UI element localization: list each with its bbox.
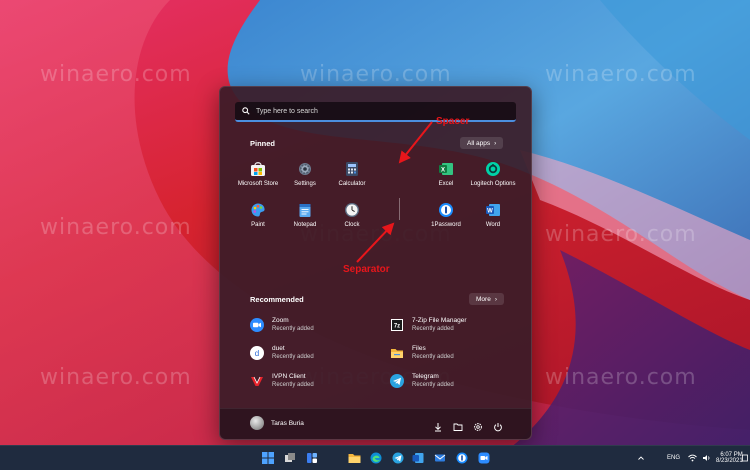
more-label: More (476, 295, 491, 303)
pinned-app-microsoft-store[interactable]: Microsoft Store (234, 161, 282, 188)
app-label: Clock (344, 222, 360, 228)
word-taskbar-icon[interactable] (410, 450, 426, 466)
recommended-item-zoom[interactable]: Zoom Recently added (250, 317, 314, 333)
language-indicator[interactable]: ENG (667, 446, 680, 470)
notepad-icon (297, 202, 313, 218)
svg-text:d: d (255, 349, 259, 358)
search-icon (242, 107, 250, 115)
app-label: Notepad (293, 222, 317, 228)
app-label: Microsoft Store (237, 181, 279, 187)
app-label: Word (485, 222, 501, 228)
search-box[interactable]: Type here to search (235, 102, 516, 122)
pinned-app-clock[interactable]: Clock (328, 202, 376, 229)
recommended-name: 7-Zip File Manager (412, 317, 467, 324)
logitech-options-icon (485, 161, 501, 177)
zoom-taskbar-icon[interactable] (476, 450, 492, 466)
recommended-name: Files (412, 345, 426, 352)
recommended-item-ivpn[interactable]: IVPN Client Recently added (250, 373, 314, 389)
recommended-subtitle: Recently added (412, 382, 454, 388)
more-button[interactable]: More › (469, 293, 504, 305)
svg-text:7z: 7z (394, 324, 400, 330)
settings-gear-icon (297, 161, 313, 177)
microsoft-store-icon (250, 161, 266, 177)
pinned-app-settings[interactable]: Settings (281, 161, 329, 188)
separator-annotation: Separator (343, 264, 390, 275)
avatar (250, 416, 264, 430)
chevron-right-icon: › (494, 295, 497, 303)
pinned-app-notepad[interactable]: Notepad (281, 202, 329, 229)
telegram-icon (390, 374, 404, 388)
notification-center-icon[interactable] (742, 446, 748, 470)
app-label: Calculator (338, 181, 366, 187)
recommended-subtitle: Recently added (272, 326, 314, 332)
downloads-icon[interactable] (433, 419, 443, 437)
recommended-title: Recommended (250, 295, 304, 304)
start-menu: Type here to search Pinned All apps › Mi… (219, 86, 532, 440)
mail-icon[interactable] (432, 450, 448, 466)
recommended-name: Zoom (272, 317, 289, 324)
all-apps-button[interactable]: All apps › (460, 137, 504, 149)
files-folder-icon (390, 346, 404, 360)
calculator-icon (344, 161, 360, 177)
settings-icon[interactable] (473, 419, 483, 437)
telegram-taskbar-icon[interactable] (390, 450, 406, 466)
search-placeholder: Type here to search (256, 107, 318, 115)
recommended-item-duet[interactable]: d duet Recently added (250, 345, 314, 361)
pinned-app-1password[interactable]: 1Password (422, 202, 470, 229)
svg-text:X: X (441, 168, 445, 174)
chevron-right-icon: › (494, 139, 497, 147)
wifi-icon[interactable] (688, 446, 697, 470)
clock-date[interactable]: 6:07 PM 8/23/2021 (716, 446, 743, 470)
recommended-subtitle: Recently added (412, 326, 454, 332)
spacer-annotation: Spacer (436, 116, 470, 127)
app-label: Excel (438, 181, 454, 187)
start-button[interactable] (260, 450, 276, 466)
file-explorer-taskbar-icon[interactable] (346, 450, 362, 466)
pinned-app-excel[interactable]: X Excel (422, 161, 470, 188)
zoom-icon (250, 318, 264, 332)
show-hidden-icons-chevron-icon[interactable] (637, 446, 645, 470)
recommended-name: Telegram (412, 373, 439, 380)
pinned-app-paint[interactable]: Paint (234, 202, 282, 229)
svg-text:W: W (487, 209, 493, 215)
recommended-subtitle: Recently added (272, 382, 314, 388)
pinned-app-word[interactable]: W Word (469, 202, 517, 229)
power-icon[interactable] (493, 419, 503, 437)
clock-icon (344, 202, 360, 218)
start-menu-footer: Taras Buria (220, 408, 531, 439)
recommended-subtitle: Recently added (272, 354, 314, 360)
paint-icon (250, 202, 266, 218)
app-label: Logitech Options (470, 181, 516, 187)
recommended-name: IVPN Client (272, 373, 306, 380)
pinned-title: Pinned (250, 139, 276, 148)
app-label: 1Password (431, 222, 461, 228)
edge-icon[interactable] (368, 450, 384, 466)
task-view-icon[interactable] (282, 450, 298, 466)
recommended-subtitle: Recently added (412, 354, 454, 360)
pinned-app-logitech-options[interactable]: Logitech Options (469, 161, 517, 188)
recommended-item-telegram[interactable]: Telegram Recently added (390, 373, 454, 389)
all-apps-label: All apps (467, 139, 491, 147)
user-button[interactable]: Taras Buria (250, 416, 304, 430)
pinned-separator (399, 198, 400, 220)
recommended-item-7zip[interactable]: 7z 7-Zip File Manager Recently added (390, 317, 467, 333)
app-label: Settings (294, 181, 316, 187)
file-explorer-icon[interactable] (453, 419, 463, 437)
recommended-item-files[interactable]: Files Recently added (390, 345, 454, 361)
word-icon: W (485, 202, 501, 218)
duet-icon: d (250, 346, 264, 360)
user-name: Taras Buria (271, 419, 304, 427)
pinned-app-calculator[interactable]: Calculator (328, 161, 376, 188)
recommended-name: duet (272, 345, 285, 352)
tray-date: 8/23/2021 (716, 458, 743, 464)
onepassword-taskbar-icon[interactable] (454, 450, 470, 466)
taskbar: ENG 6:07 PM 8/23/2021 (0, 445, 750, 470)
volume-icon[interactable] (702, 446, 711, 470)
excel-icon: X (438, 161, 454, 177)
widgets-icon[interactable] (304, 450, 320, 466)
ivpn-icon (250, 374, 264, 388)
7zip-icon: 7z (390, 318, 404, 332)
onepassword-icon (438, 202, 454, 218)
app-label: Paint (251, 222, 265, 228)
